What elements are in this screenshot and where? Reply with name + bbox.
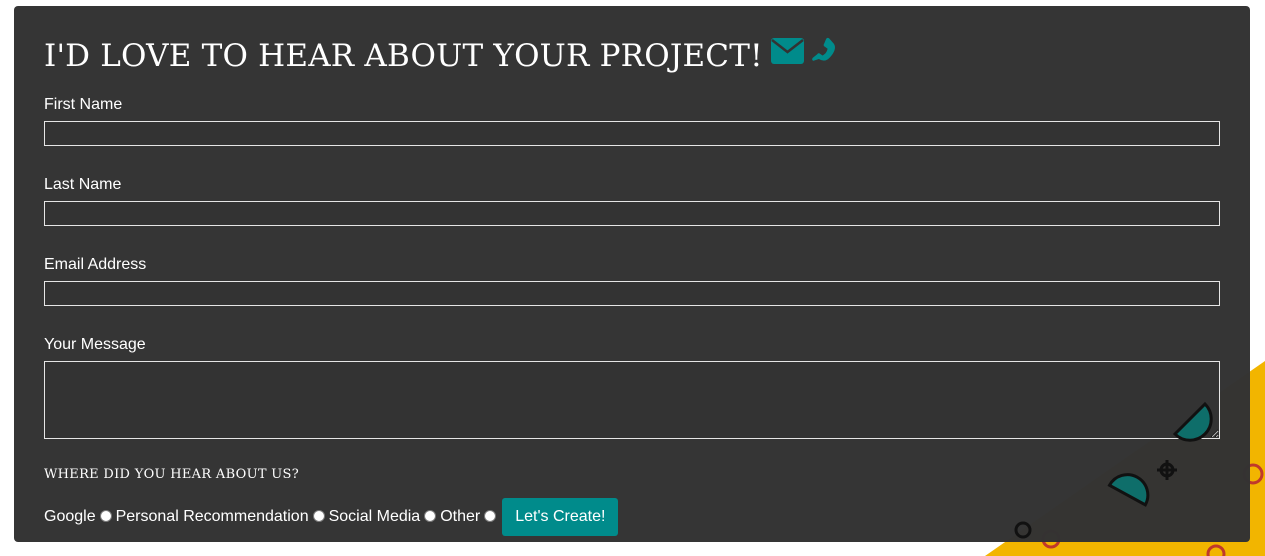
form-title: I'D LOVE TO HEAR ABOUT YOUR PROJECT! (44, 38, 763, 74)
phone-icon (810, 36, 842, 76)
message-group: Your Message (44, 336, 1220, 439)
source-option-social-label: Social Media (328, 508, 421, 525)
email-group: Email Address (44, 256, 1220, 306)
source-option-other-label: Other (440, 508, 481, 525)
first-name-input[interactable] (44, 121, 1220, 146)
message-label: Your Message (44, 336, 146, 353)
email-input[interactable] (44, 281, 1220, 306)
source-option-recommendation-label: Personal Recommendation (115, 508, 309, 525)
first-name-label: First Name (44, 96, 123, 113)
first-name-group: First Name (44, 96, 1220, 146)
form-heading: I'D LOVE TO HEAR ABOUT YOUR PROJECT! (44, 34, 1220, 78)
last-name-input[interactable] (44, 201, 1220, 226)
message-textarea[interactable] (44, 361, 1220, 439)
last-name-group: Last Name (44, 176, 1220, 226)
contact-form-panel: I'D LOVE TO HEAR ABOUT YOUR PROJECT! Fir… (14, 6, 1250, 542)
source-option-google-label: Google (44, 508, 96, 525)
email-label: Email Address (44, 256, 147, 273)
envelope-icon (770, 36, 804, 76)
source-option-google-radio[interactable] (99, 509, 112, 522)
source-options: Google Personal Recommendation Social Me… (44, 498, 1220, 536)
source-option-other-radio[interactable] (484, 509, 497, 522)
source-heading: WHERE DID YOU HEAR ABOUT US? (44, 467, 300, 482)
source-option-recommendation-radio[interactable] (312, 509, 325, 522)
source-option-social-radio[interactable] (424, 509, 437, 522)
last-name-label: Last Name (44, 176, 122, 193)
submit-button[interactable]: Let's Create! (502, 498, 619, 536)
